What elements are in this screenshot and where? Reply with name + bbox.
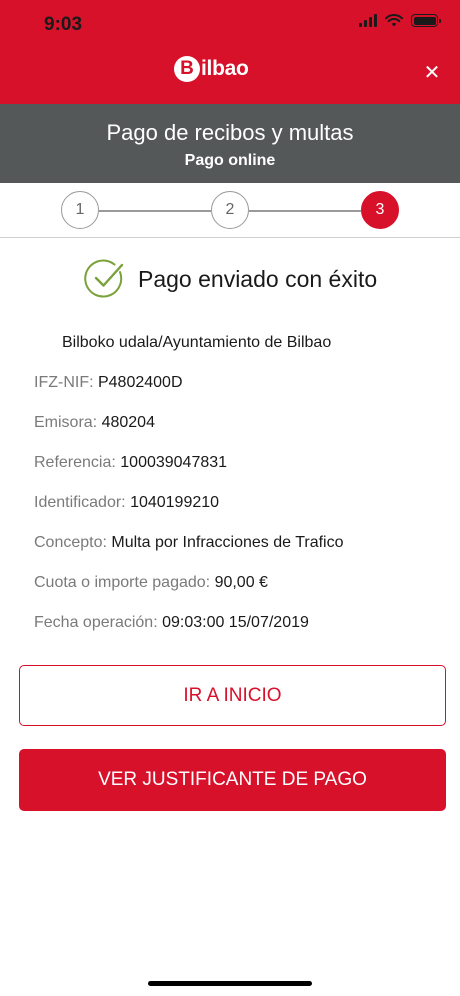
step-connector bbox=[99, 210, 211, 212]
close-icon[interactable]: ✕ bbox=[420, 60, 444, 84]
detail-row-nif: IFZ-NIF: P4802400D bbox=[34, 374, 183, 392]
step-3-active: 3 bbox=[361, 191, 399, 229]
detail-value: 1040199210 bbox=[130, 494, 220, 511]
detail-value: P4802400D bbox=[97, 374, 183, 391]
detail-label: IFZ-NIF: bbox=[34, 374, 98, 391]
page-subtitle: Pago online bbox=[184, 152, 276, 169]
success-message: Pago enviado con éxito bbox=[84, 258, 377, 300]
detail-row-fecha: Fecha operación: 09:03:00 15/07/2019 bbox=[34, 614, 309, 632]
home-indicator[interactable] bbox=[148, 981, 312, 986]
entity-name: Bilboko udala/Ayuntamiento de Bilbao bbox=[62, 334, 332, 351]
success-text: Pago enviado con éxito bbox=[138, 265, 378, 292]
app-header: 9:03 B ilbao ✕ bbox=[0, 0, 460, 104]
detail-value: 100039047831 bbox=[120, 454, 228, 471]
detail-row-emisora: Emisora: 480204 bbox=[34, 414, 155, 432]
step-connector bbox=[249, 210, 361, 212]
step-1: 1 bbox=[61, 191, 99, 229]
detail-label: Emisora: bbox=[34, 414, 102, 431]
detail-label: Concepto: bbox=[34, 534, 112, 551]
detail-row-concepto: Concepto: Multa por Infracciones de Traf… bbox=[34, 534, 344, 552]
wifi-icon bbox=[385, 14, 403, 27]
check-circle-icon bbox=[84, 259, 124, 298]
detail-label: Fecha operación: bbox=[34, 614, 163, 631]
detail-value: 09:03:00 15/07/2019 bbox=[162, 614, 309, 631]
battery-icon bbox=[411, 14, 441, 27]
go-home-button[interactable]: IR A INICIO bbox=[19, 665, 446, 726]
bilbao-logo: B ilbao bbox=[174, 56, 249, 82]
detail-label: Identificador: bbox=[34, 494, 131, 511]
detail-value: 90,00 € bbox=[214, 574, 268, 591]
logo-initial: B bbox=[174, 56, 200, 82]
progress-stepper: 1 2 3 bbox=[0, 183, 460, 238]
detail-row-identificador: Identificador: 1040199210 bbox=[34, 494, 219, 512]
view-receipt-button[interactable]: VER JUSTIFICANTE DE PAGO bbox=[19, 749, 446, 811]
logo-text: ilbao bbox=[201, 57, 249, 80]
step-2: 2 bbox=[211, 191, 249, 229]
detail-value: Multa por Infracciones de Trafico bbox=[111, 534, 344, 551]
detail-label: Cuota o importe pagado: bbox=[34, 574, 215, 591]
cellular-signal-icon bbox=[359, 14, 377, 27]
page-title: Pago de recibos y multas bbox=[106, 120, 354, 145]
status-time: 9:03 bbox=[44, 14, 83, 35]
detail-value: 480204 bbox=[101, 414, 155, 431]
detail-row-importe: Cuota o importe pagado: 90,00 € bbox=[34, 574, 268, 592]
detail-row-referencia: Referencia: 100039047831 bbox=[34, 454, 227, 472]
status-icons bbox=[359, 14, 441, 27]
detail-label: Referencia: bbox=[34, 454, 121, 471]
title-band: Pago de recibos y multas Pago online bbox=[0, 104, 460, 183]
